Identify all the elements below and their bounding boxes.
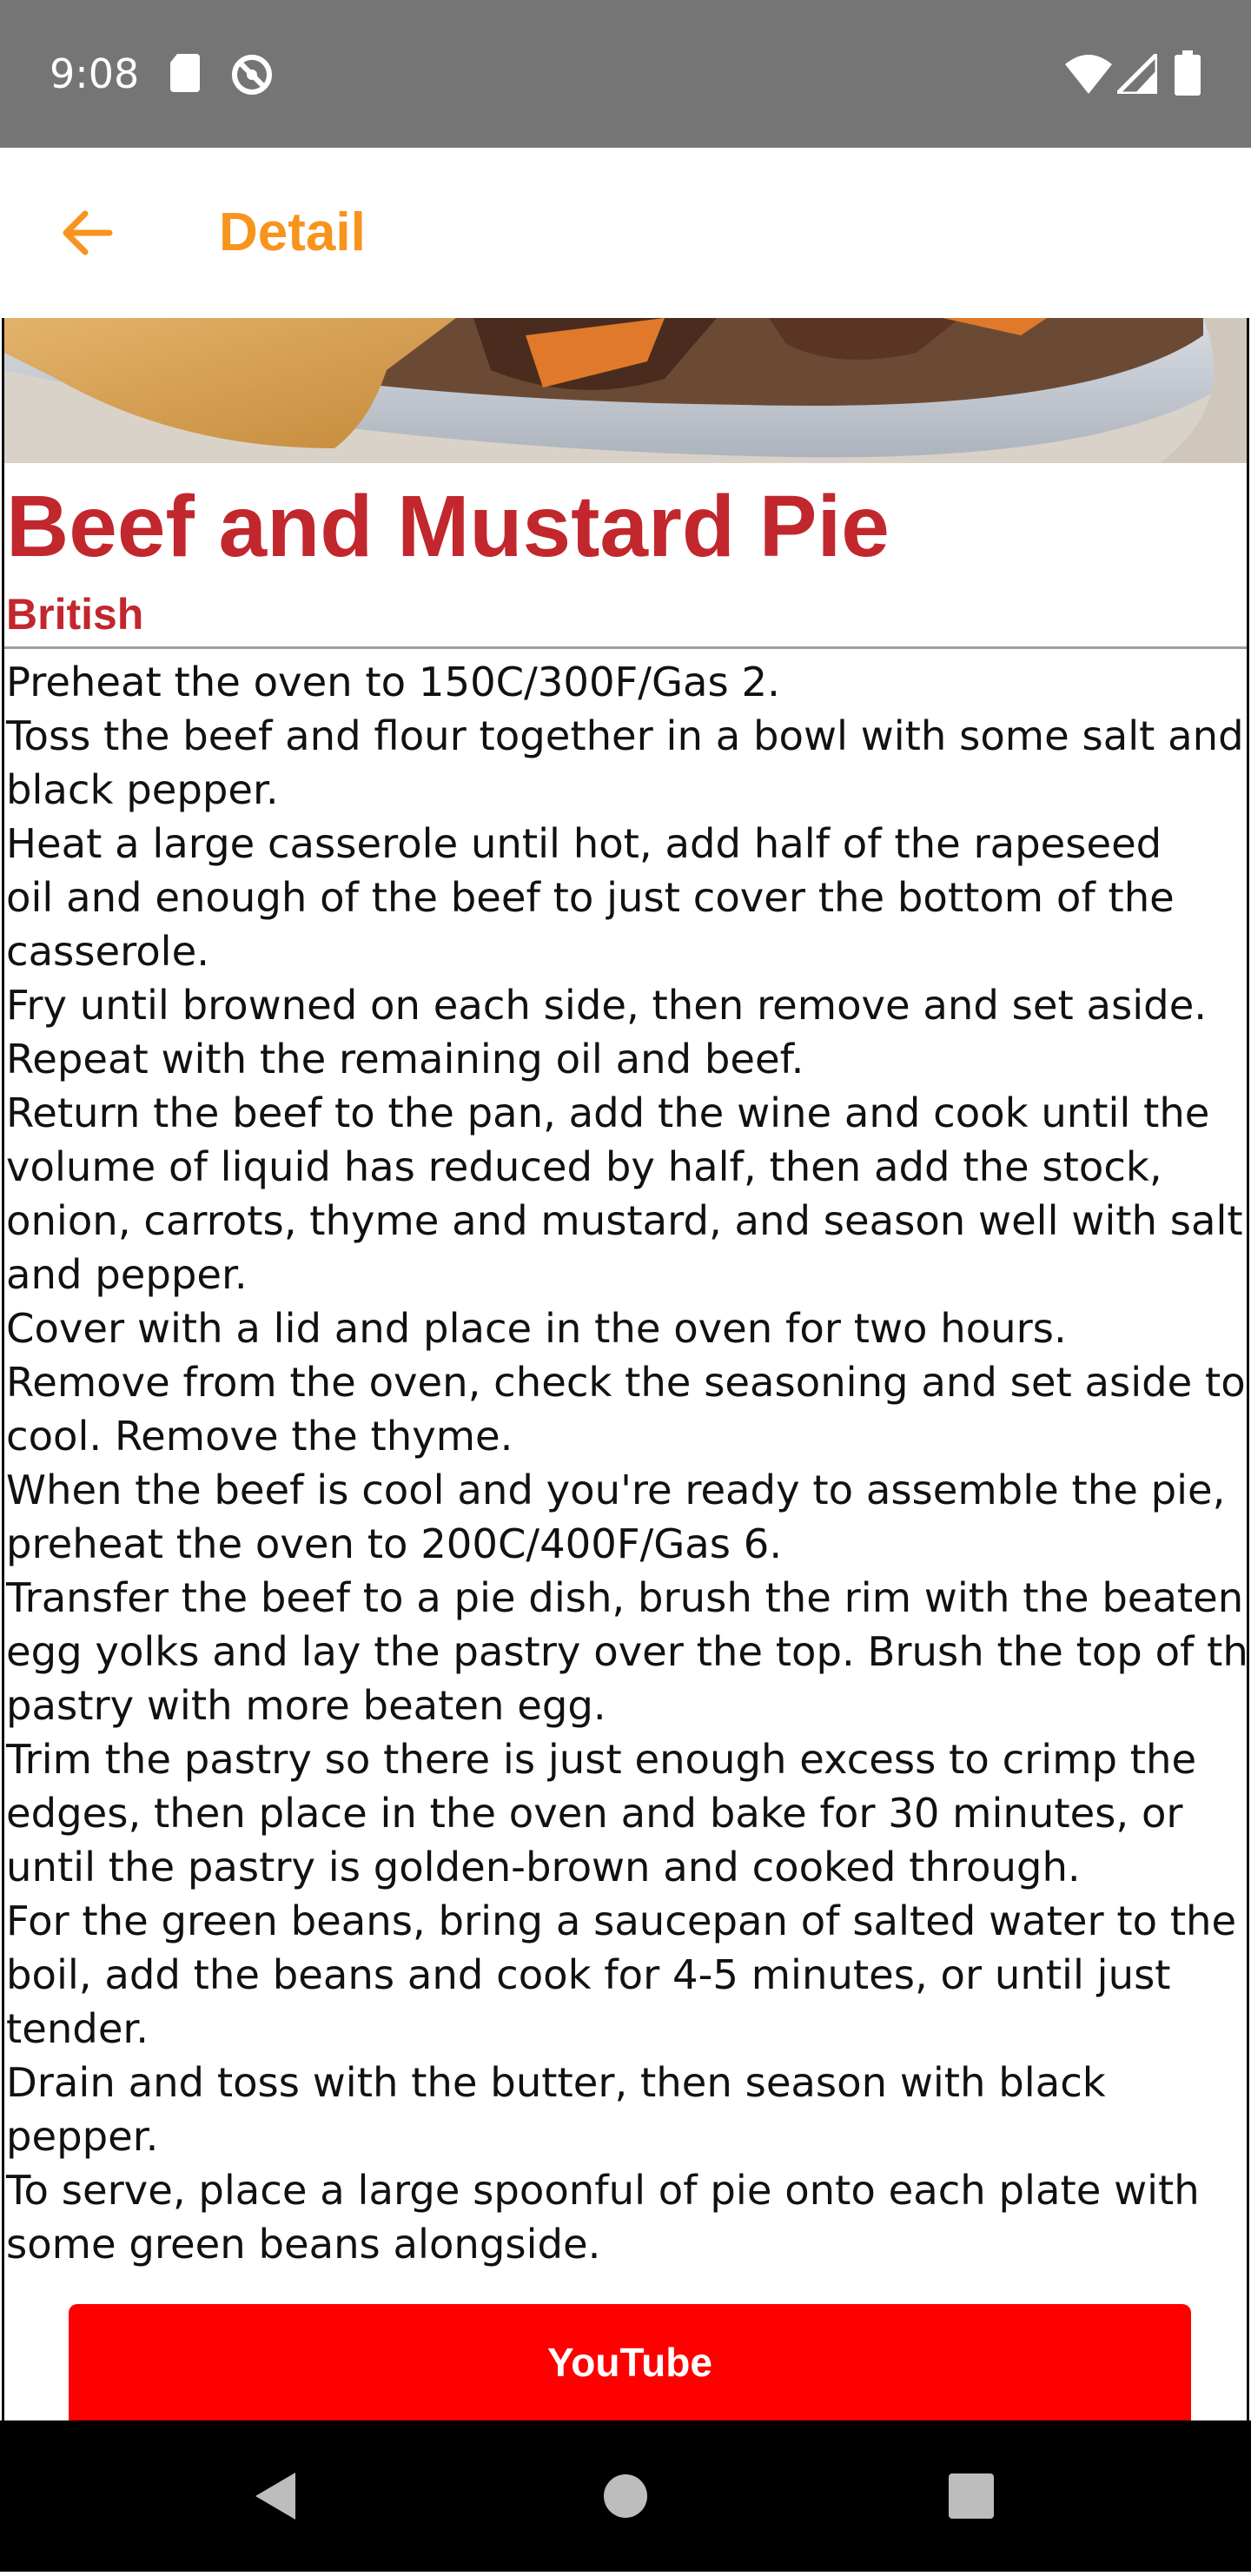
instruction-line: Cover with a lid and place in the oven f… <box>6 1305 1067 1352</box>
meal-title: Beef and Mustard Pie <box>6 478 890 575</box>
instruction-line: Trim the pastry so there is just enough … <box>6 1736 1197 1783</box>
instruction-line: Fry until browned on each side, then rem… <box>6 982 1208 1029</box>
meal-image <box>4 318 1247 463</box>
instruction-line: Remove from the oven, check the seasonin… <box>6 1359 1246 1406</box>
instruction-line: Heat a large casserole until hot, add ha… <box>6 820 1162 867</box>
instruction-line: volume of liquid has reduced by half, th… <box>6 1143 1162 1190</box>
instruction-line: some green beans alongside. <box>6 2221 601 2268</box>
instruction-line: Toss the beef and flour together in a bo… <box>6 712 1244 759</box>
instruction-line: Preheat the oven to 150C/300F/Gas 2. <box>6 659 780 705</box>
youtube-button[interactable]: YouTube <box>69 2304 1191 2420</box>
meal-detail: Beef and Mustard Pie British Preheat the… <box>2 318 1249 2420</box>
system-nav-bar <box>0 2420 1251 2572</box>
nav-home-button[interactable] <box>556 2420 695 2572</box>
home-circle-icon <box>604 2474 647 2518</box>
recents-square-icon <box>949 2473 994 2519</box>
instruction-line: casserole. <box>6 928 209 975</box>
instruction-line: Return the beef to the pan, add the wine… <box>6 1089 1210 1136</box>
instruction-line: pepper. <box>6 2113 159 2160</box>
instruction-line: preheat the oven to 200C/400F/Gas 6. <box>6 1520 783 1567</box>
arrow-back-icon <box>63 210 113 255</box>
page-title: Detail <box>219 202 366 262</box>
nav-back-button[interactable] <box>207 2420 346 2572</box>
instruction-line: Transfer the beef to a pie dish, brush t… <box>6 1574 1244 1621</box>
instruction-line: cool. Remove the thyme. <box>6 1413 513 1460</box>
instruction-line: pastry with more beaten egg. <box>6 1682 606 1729</box>
instruction-line: and pepper. <box>6 1251 248 1298</box>
instruction-line: boil, add the beans and cook for 4-5 min… <box>6 1951 1171 1998</box>
nav-recents-button[interactable] <box>902 2420 1041 2572</box>
instruction-line: egg yolks and lay the pastry over the to… <box>6 1628 1249 1675</box>
instruction-line: black pepper. <box>6 766 279 813</box>
instruction-line: oil and enough of the beef to just cover… <box>6 874 1175 921</box>
instruction-line: For the green beans, bring a saucepan of… <box>6 1897 1237 1944</box>
sd-card-icon <box>170 54 200 92</box>
instruction-line: onion, carrots, thyme and mustard, and s… <box>6 1197 1243 1244</box>
instruction-line: until the pastry is golden-brown and coo… <box>6 1844 1081 1891</box>
signal-icon <box>1117 54 1157 94</box>
wifi-icon <box>1065 55 1112 94</box>
battery-icon <box>1175 50 1201 96</box>
status-time: 9:08 <box>50 50 140 97</box>
status-bar: 9:08 <box>0 0 1251 148</box>
app-bar: Detail <box>0 148 1251 318</box>
back-triangle-icon <box>255 2473 295 2520</box>
divider <box>4 646 1247 649</box>
instruction-line: Drain and toss with the butter, then sea… <box>6 2059 1106 2106</box>
pie-photo <box>4 318 1247 463</box>
back-button[interactable] <box>52 198 122 268</box>
instruction-line: Repeat with the remaining oil and beef. <box>6 1036 804 1083</box>
meal-area: British <box>6 590 144 639</box>
instructions: Preheat the oven to 150C/300F/Gas 2. Tos… <box>6 655 1247 2271</box>
instruction-line: tender. <box>6 2005 149 2052</box>
instruction-line: To serve, place a large spoonful of pie … <box>6 2167 1200 2214</box>
instruction-line: When the beef is cool and you're ready t… <box>6 1467 1226 1513</box>
sync-icon <box>232 55 272 95</box>
instruction-line: edges, then place in the oven and bake f… <box>6 1790 1183 1837</box>
